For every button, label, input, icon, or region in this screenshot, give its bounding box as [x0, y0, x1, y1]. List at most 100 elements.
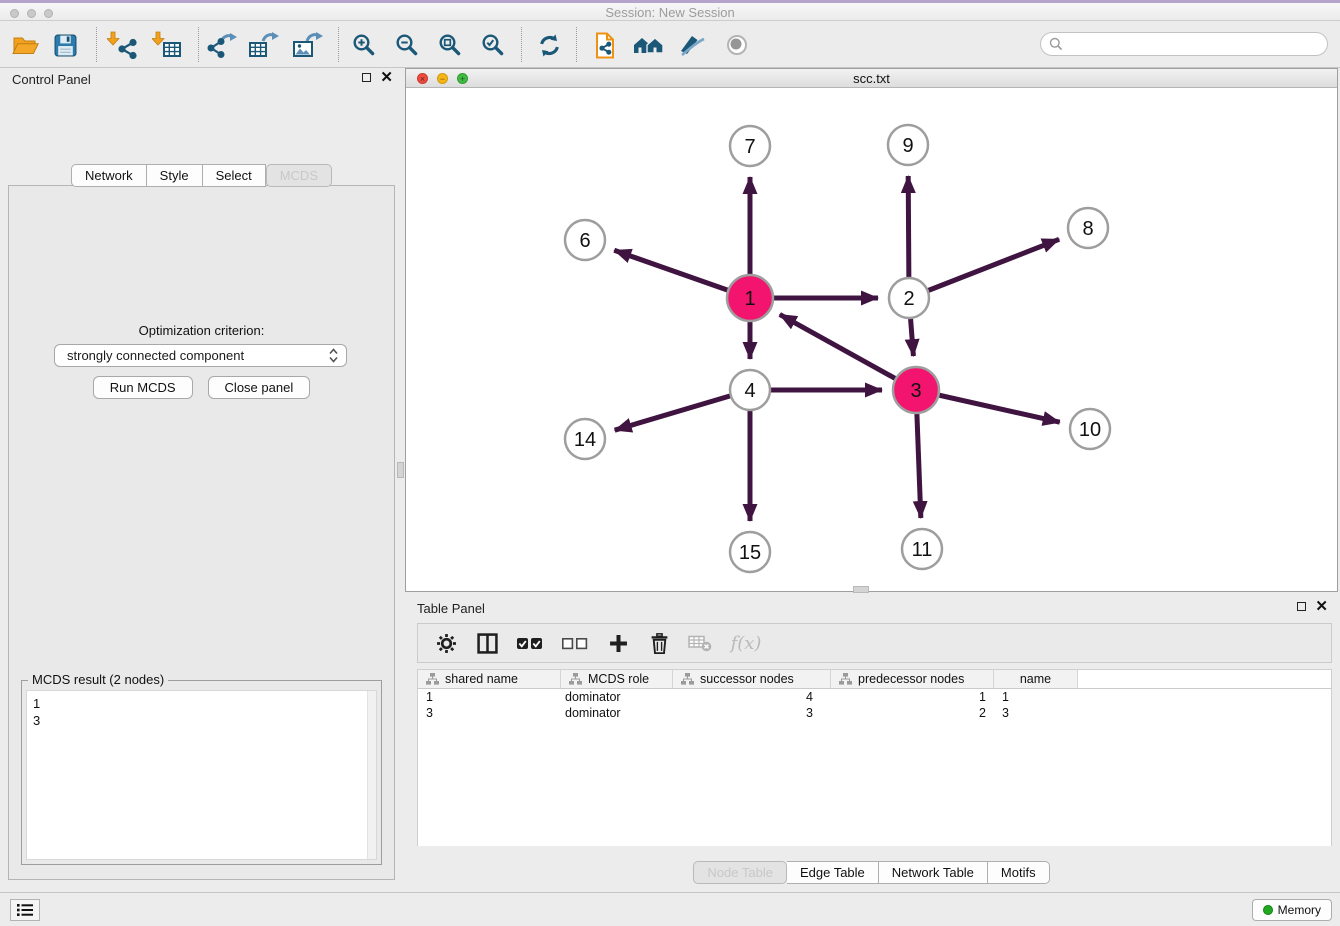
table-body: 1dominator4113dominator323 — [418, 689, 1331, 721]
result-scrollbar[interactable] — [367, 691, 376, 859]
horizontal-splitter-handle[interactable] — [853, 586, 869, 593]
tab-network[interactable]: Network — [71, 164, 147, 187]
table-options-button[interactable] — [434, 630, 458, 656]
memory-button[interactable]: Memory — [1252, 899, 1332, 921]
cell-successor-nodes: 4 — [673, 690, 831, 704]
cell-successor-nodes: 3 — [673, 706, 831, 720]
gear-icon — [436, 633, 457, 654]
close-panel-icon[interactable]: ✕ — [380, 72, 393, 83]
table-tab-network-table[interactable]: Network Table — [879, 861, 988, 884]
table-row-3[interactable]: 3dominator323 — [418, 705, 1331, 721]
open-session-button[interactable] — [6, 27, 44, 63]
mcds-result-text: 13 — [33, 695, 40, 729]
function-builder-button[interactable]: f(x) — [729, 630, 763, 656]
close-table-panel-icon[interactable]: ✕ — [1315, 601, 1328, 612]
toolbar-separator — [96, 27, 97, 62]
zoom-in-button[interactable] — [345, 27, 383, 63]
export-table-button[interactable] — [245, 27, 283, 63]
column-header-shared-name[interactable]: shared name — [418, 670, 561, 688]
mcds-result-title: MCDS result (2 nodes) — [28, 672, 168, 687]
hide-selection-button[interactable] — [673, 27, 711, 63]
control-panel-tabs: NetworkStyleSelectMCDS — [0, 164, 403, 187]
import-table-icon — [152, 31, 182, 59]
node-table[interactable]: shared name MCDS role successor nodes prede… — [417, 669, 1332, 846]
clone-network-icon — [592, 32, 618, 59]
run-mcds-button[interactable]: Run MCDS — [93, 376, 193, 399]
zoom-out-icon — [395, 33, 419, 57]
create-column-button[interactable] — [606, 630, 630, 656]
cell-predecessor-nodes: 1 — [831, 690, 994, 704]
clone-network-button[interactable] — [586, 27, 624, 63]
list-icon — [16, 903, 34, 917]
graph-node-label-8: 8 — [1082, 218, 1093, 240]
vertical-splitter-handle[interactable] — [397, 462, 404, 478]
export-image-button[interactable] — [289, 27, 327, 63]
float-panel-icon[interactable] — [362, 73, 371, 82]
delete-columns-button[interactable] — [647, 630, 671, 656]
deselect-all-columns-button[interactable] — [561, 630, 589, 656]
tree-icon — [839, 673, 852, 685]
zoom-selected-button[interactable] — [474, 27, 512, 63]
close-panel-button[interactable]: Close panel — [208, 376, 311, 399]
tab-style[interactable]: Style — [147, 164, 203, 187]
tab-mcds[interactable]: MCDS — [266, 164, 332, 187]
select-all-columns-button[interactable] — [516, 630, 544, 656]
refresh-icon — [538, 34, 561, 57]
network-canvas[interactable]: 7968124314101511 — [406, 88, 1337, 591]
table-row-1[interactable]: 1dominator411 — [418, 689, 1331, 705]
apply-layout-button[interactable] — [530, 27, 568, 63]
show-column-panel-button[interactable] — [475, 630, 499, 656]
graph-node-label-7: 7 — [744, 136, 755, 158]
network-window: × − + scc.txt 7968124314101511 — [405, 68, 1338, 592]
graph-node-label-9: 9 — [902, 135, 913, 157]
control-panel-title: Control Panel — [12, 72, 91, 87]
checked-boxes-icon — [517, 637, 543, 650]
zoom-fit-button[interactable] — [431, 27, 469, 63]
table-tab-motifs[interactable]: Motifs — [988, 861, 1050, 884]
import-network-icon — [107, 31, 137, 59]
tab-select[interactable]: Select — [203, 164, 266, 187]
open-folder-icon — [12, 34, 39, 57]
zoom-in-icon — [352, 33, 376, 57]
task-history-button[interactable] — [10, 899, 40, 921]
table-tab-edge-table[interactable]: Edge Table — [787, 861, 879, 884]
save-icon — [54, 34, 77, 57]
graphics-details-button[interactable] — [718, 27, 756, 63]
column-label: shared name — [445, 672, 518, 686]
first-neighbors-button[interactable] — [629, 27, 667, 63]
column-header-MCDS-role[interactable]: MCDS role — [561, 670, 673, 688]
brush-slash-icon — [679, 34, 706, 56]
toolbar-separator — [521, 27, 522, 62]
window-title: Session: New Session — [0, 5, 1340, 20]
zoom-fit-icon — [438, 33, 462, 57]
column-header-predecessor-nodes[interactable]: predecessor nodes — [831, 670, 994, 688]
float-table-panel-icon[interactable] — [1297, 602, 1306, 611]
table-panel-title: Table Panel — [417, 601, 485, 616]
graph-node-label-14: 14 — [574, 429, 596, 451]
column-header-successor-nodes[interactable]: successor nodes — [673, 670, 831, 688]
export-network-button[interactable] — [203, 27, 241, 63]
table-toolbar: f(x) — [417, 623, 1332, 663]
save-session-button[interactable] — [46, 27, 84, 63]
criterion-select[interactable]: strongly connected component — [54, 344, 347, 367]
tree-icon — [681, 673, 694, 685]
cell-name: 1 — [994, 690, 1078, 704]
column-label: MCDS role — [588, 672, 649, 686]
network-window-titlebar[interactable]: × − + scc.txt — [406, 69, 1337, 88]
table-tab-node-table[interactable]: Node Table — [693, 861, 787, 884]
graph-edge-2-8[interactable] — [909, 239, 1059, 298]
search-input[interactable] — [1040, 32, 1328, 56]
mcds-result-textarea[interactable]: 13 — [26, 690, 377, 860]
import-network-button[interactable] — [103, 27, 141, 63]
column-label: predecessor nodes — [858, 672, 964, 686]
network-graph: 7968124314101511 — [406, 88, 1337, 591]
graph-node-label-1: 1 — [744, 288, 755, 310]
delete-table-button[interactable] — [688, 630, 712, 656]
column-header-name[interactable]: name — [994, 670, 1078, 688]
zoom-out-button[interactable] — [388, 27, 426, 63]
graph-node-label-6: 6 — [579, 230, 590, 252]
import-table-button[interactable] — [148, 27, 186, 63]
homes-icon — [633, 34, 664, 56]
zoom-selected-icon — [481, 33, 505, 57]
toolbar-separator — [198, 27, 199, 62]
